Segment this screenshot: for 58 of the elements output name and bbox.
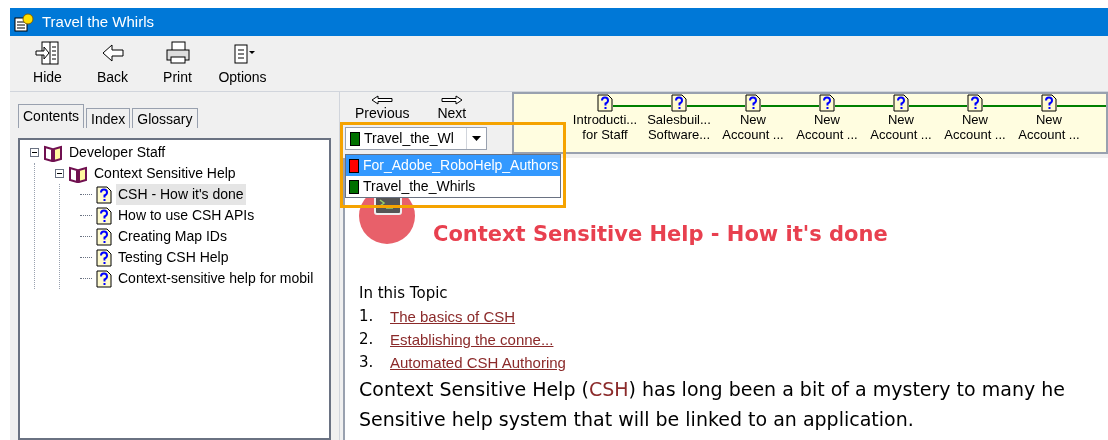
project-select[interactable]: Travel_the_Wl xyxy=(345,127,487,150)
help-topic-icon xyxy=(967,94,983,112)
help-topic-icon xyxy=(96,227,112,246)
tree-item[interactable]: How to use CSH APIs xyxy=(116,205,257,226)
tree-item[interactable]: Creating Map IDs xyxy=(116,226,229,247)
help-topic-icon xyxy=(96,206,112,225)
tree-item[interactable]: CSH - How it's done xyxy=(116,184,246,205)
list-number: 1. xyxy=(359,305,375,327)
tab[interactable]: Index xyxy=(86,108,131,128)
book-icon xyxy=(43,143,63,162)
toc-link[interactable]: The basics of CSH xyxy=(390,304,516,328)
help-topic-icon xyxy=(96,248,112,267)
nav-button[interactable]: Previous xyxy=(355,95,410,125)
tree-item[interactable]: Testing CSH Help xyxy=(116,247,231,268)
help-topic-icon xyxy=(96,185,112,204)
tree-item[interactable]: Context-sensitive help for mobil xyxy=(116,268,316,289)
browse-topic-link[interactable]: Introducti... for Staff xyxy=(572,112,638,142)
help-topic-icon xyxy=(819,94,835,112)
topic-heading: Context Sensitive Help - How it's done xyxy=(433,220,888,248)
toolbar-button[interactable]: Print xyxy=(150,39,205,88)
browse-topic-link[interactable]: Salesbuil... Software... xyxy=(647,112,711,142)
toc-title: In this Topic xyxy=(359,283,449,304)
list-number: 3. xyxy=(359,351,375,373)
toolbar-button[interactable]: Back xyxy=(85,39,140,88)
browse-topic-link[interactable]: New Account ... xyxy=(870,112,932,142)
toc-link[interactable]: Establishing the conne... xyxy=(390,327,554,351)
tab[interactable]: Glossary xyxy=(132,108,198,128)
help-app-icon xyxy=(14,12,34,32)
print-icon xyxy=(163,39,192,67)
browse-topic-link[interactable]: New Account ... xyxy=(722,112,784,142)
csh-link[interactable]: CSH xyxy=(588,377,629,400)
window-title: Travel the Whirls xyxy=(42,11,154,32)
tab[interactable]: Contents xyxy=(18,104,85,128)
expander-icon[interactable] xyxy=(30,148,39,157)
browse-topic-link[interactable]: New Account ... xyxy=(1018,112,1080,142)
help-topic-icon xyxy=(96,269,112,288)
help-topic-icon xyxy=(671,94,687,112)
help-topic-icon xyxy=(745,94,761,112)
tree-item[interactable]: Developer Staff xyxy=(67,142,168,163)
help-topic-icon xyxy=(893,94,909,112)
toolbar-button[interactable]: Hide xyxy=(20,39,75,88)
tree-item[interactable]: Context Sensitive Help xyxy=(92,163,238,184)
toc-link[interactable]: Automated CSH Authoring xyxy=(390,350,566,374)
left-arrow-icon xyxy=(371,95,394,105)
help-topic-icon xyxy=(1041,94,1057,112)
help-topic-icon xyxy=(597,94,613,112)
hide-pane-icon xyxy=(33,39,62,67)
browse-topic-link[interactable]: New Account ... xyxy=(796,112,858,142)
right-arrow-icon xyxy=(440,95,463,105)
dropdown-option[interactable]: Travel_the_Whirls xyxy=(346,176,560,197)
browse-topic-link[interactable]: New Account ... xyxy=(944,112,1006,142)
list-number: 2. xyxy=(359,328,375,350)
toolbar-button[interactable]: Options xyxy=(215,39,270,88)
book-icon xyxy=(68,164,88,183)
nav-button[interactable]: Next xyxy=(437,95,467,125)
body-paragraph: Context Sensitive Help (CSH) has long been a bit of a mystery to many he Sensitive help system that will be linked to an application. xyxy=(359,376,1066,432)
select-value: Travel_the_Wl xyxy=(364,129,455,148)
expander-icon[interactable] xyxy=(55,169,64,178)
